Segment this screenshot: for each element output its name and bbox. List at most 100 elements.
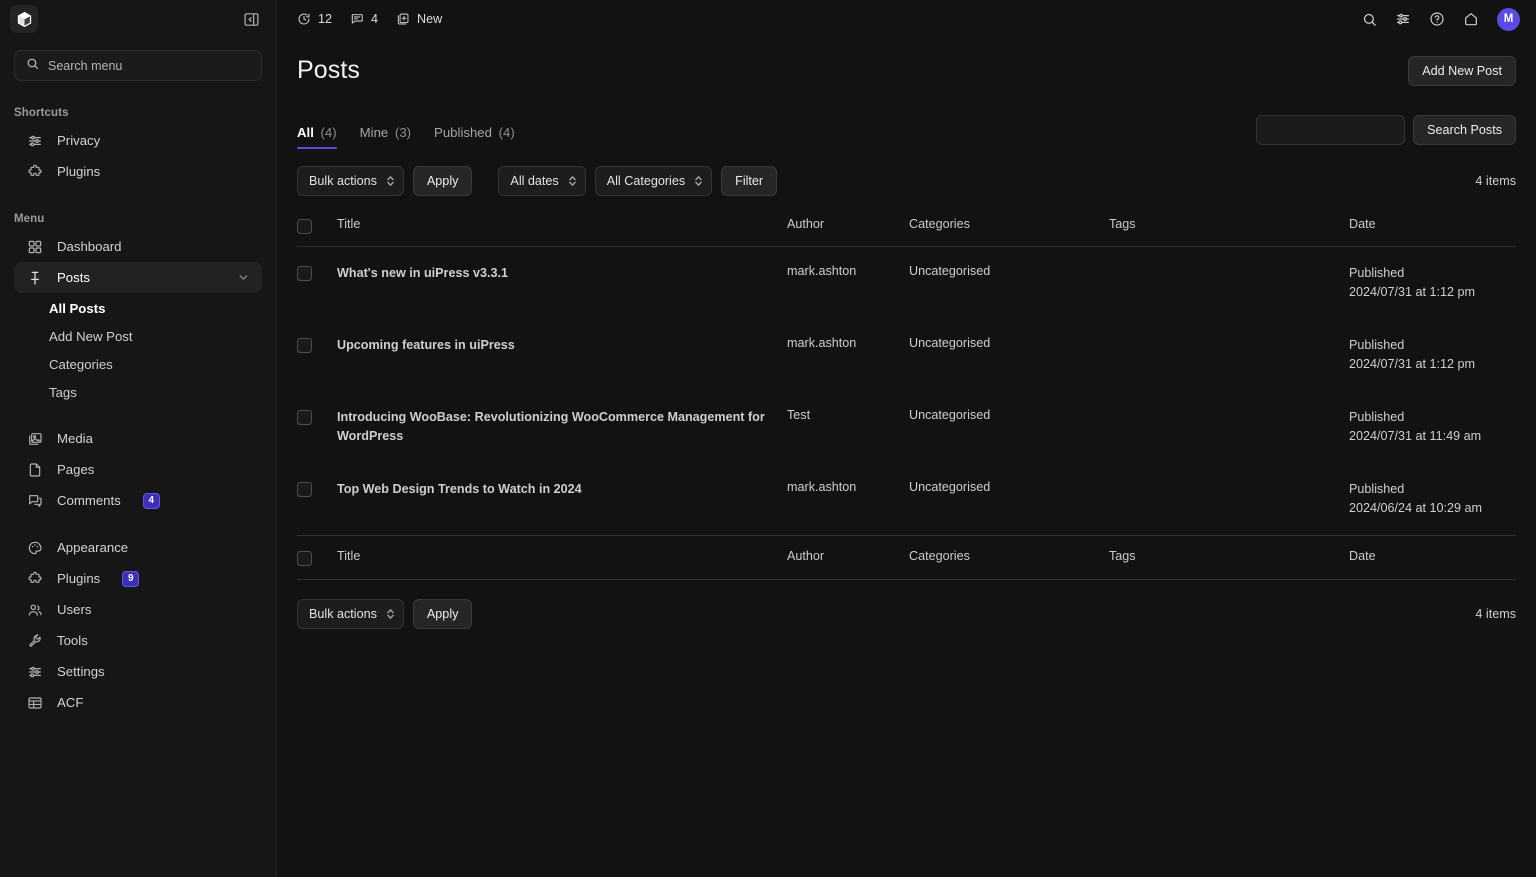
sidebar-search-wrap <box>0 38 276 81</box>
sidebar-item-appearance[interactable]: Appearance <box>14 532 262 563</box>
post-title-link[interactable]: Introducing WooBase: Revolutionizing Woo… <box>337 391 787 463</box>
comments-item[interactable]: 4 <box>350 12 378 26</box>
post-date-cell: Published 2024/06/24 at 10:29 am <box>1349 463 1516 536</box>
post-title-link[interactable]: Top Web Design Trends to Watch in 2024 <box>337 463 787 536</box>
row-checkbox[interactable] <box>297 338 312 353</box>
apply-button-bottom[interactable]: Apply <box>412 599 473 629</box>
table-row: Top Web Design Trends to Watch in 2024 m… <box>297 463 1516 536</box>
chevron-updown-icon <box>568 175 577 187</box>
tab-label: All <box>297 125 314 140</box>
admin-bar-left: 12 4 New <box>297 12 442 26</box>
new-item[interactable]: New <box>396 12 442 26</box>
help-circle-icon[interactable] <box>1429 11 1445 27</box>
sliders-icon[interactable] <box>1395 11 1411 27</box>
tab-published[interactable]: Published (4) <box>434 125 515 149</box>
post-date-cell: Published 2024/07/31 at 11:49 am <box>1349 391 1516 463</box>
column-footer-date[interactable]: Date <box>1349 535 1516 580</box>
sidebar-subitem-all-posts[interactable]: All Posts <box>0 295 276 323</box>
table-row: Upcoming features in uiPress mark.ashton… <box>297 319 1516 391</box>
chevron-down-icon[interactable] <box>237 271 250 284</box>
bulk-actions-label: Bulk actions <box>309 174 377 188</box>
tab-label: Published <box>434 125 492 140</box>
updates-item[interactable]: 12 <box>297 12 332 26</box>
add-new-post-button[interactable]: Add New Post <box>1408 56 1516 86</box>
row-checkbox[interactable] <box>297 410 312 425</box>
admin-app: Shortcuts Privacy Plugins Menu <box>0 0 1536 877</box>
column-header-categories[interactable]: Categories <box>909 210 1109 247</box>
menu-gap-2 <box>0 516 276 532</box>
column-footer-title[interactable]: Title <box>337 535 787 580</box>
post-date-cell: Published 2024/07/31 at 1:12 pm <box>1349 319 1516 391</box>
posts-table-foot: Title Author Categories Tags Date <box>297 535 1516 580</box>
search-posts-input[interactable] <box>1256 115 1406 145</box>
menu-section-label: Menu <box>14 213 45 225</box>
tab-mine[interactable]: Mine (3) <box>360 125 411 149</box>
column-footer-tags[interactable]: Tags <box>1109 535 1349 580</box>
tab-count: (3) <box>394 125 412 140</box>
post-categories[interactable]: Uncategorised <box>909 247 1109 320</box>
sidebar-item-label: Appearance <box>57 540 129 555</box>
uipress-cube-logo[interactable] <box>10 5 38 33</box>
column-footer-categories[interactable]: Categories <box>909 535 1109 580</box>
page-title: Posts <box>297 56 361 84</box>
post-categories[interactable]: Uncategorised <box>909 319 1109 391</box>
sidebar-subitem-tags[interactable]: Tags <box>0 379 276 407</box>
bulk-actions-label: Bulk actions <box>309 607 377 621</box>
post-author: Test <box>787 408 811 422</box>
column-header-title[interactable]: Title <box>337 210 787 247</box>
post-categories[interactable]: Uncategorised <box>909 391 1109 463</box>
search-input[interactable] <box>48 58 250 73</box>
sidebar-item-posts[interactable]: Posts <box>14 262 262 293</box>
comments-icon <box>26 492 43 509</box>
avatar[interactable]: M <box>1497 7 1520 31</box>
column-header-tags[interactable]: Tags <box>1109 210 1349 247</box>
sidebar-subitem-categories[interactable]: Categories <box>0 351 276 379</box>
bulk-actions-select[interactable]: Bulk actions <box>297 166 404 196</box>
post-author: mark.ashton <box>787 336 857 350</box>
sidebar-item-plugins-shortcut[interactable]: Plugins <box>14 156 262 187</box>
row-checkbox[interactable] <box>297 482 312 497</box>
filter-button[interactable]: Filter <box>721 166 778 196</box>
post-categories[interactable]: Uncategorised <box>909 463 1109 536</box>
column-header-date[interactable]: Date <box>1349 210 1516 247</box>
sidebar-item-comments[interactable]: Comments 4 <box>14 485 262 516</box>
apply-button-top[interactable]: Apply <box>412 166 473 196</box>
sidebar-search[interactable] <box>14 50 262 81</box>
panel-collapse-icon[interactable] <box>240 8 262 30</box>
sidebar-item-dashboard[interactable]: Dashboard <box>14 231 262 262</box>
post-date-status: Published <box>1349 266 1405 280</box>
select-all-checkbox[interactable] <box>297 219 312 234</box>
new-plus-icon <box>396 12 410 26</box>
search-posts-button[interactable]: Search Posts <box>1413 115 1516 145</box>
select-all-footer <box>297 535 337 580</box>
all-categories-select[interactable]: All Categories <box>594 166 713 196</box>
column-header-author[interactable]: Author <box>787 210 909 247</box>
sidebar-subitem-add-new-post[interactable]: Add New Post <box>0 323 276 351</box>
bulk-actions-select-bottom[interactable]: Bulk actions <box>297 599 404 629</box>
post-title-link[interactable]: Upcoming features in uiPress <box>337 319 787 391</box>
sidebar-item-media[interactable]: Media <box>14 423 262 454</box>
sidebar-item-users[interactable]: Users <box>14 594 262 625</box>
sidebar-item-plugins[interactable]: Plugins 9 <box>14 563 262 594</box>
post-author: mark.ashton <box>787 264 857 278</box>
post-title-link[interactable]: What's new in uiPress v3.3.1 <box>337 247 787 320</box>
row-checkbox[interactable] <box>297 266 312 281</box>
sidebar-item-settings[interactable]: Settings <box>14 656 262 687</box>
select-all-checkbox-footer[interactable] <box>297 551 312 566</box>
post-date-status: Published <box>1349 410 1405 424</box>
sidebar-item-privacy[interactable]: Privacy <box>14 125 262 156</box>
tab-all[interactable]: All (4) <box>297 125 337 149</box>
search-icon[interactable] <box>1362 12 1377 27</box>
sidebar-item-pages[interactable]: Pages <box>14 454 262 485</box>
sidebar-item-tools[interactable]: Tools <box>14 625 262 656</box>
users-icon <box>26 601 43 618</box>
post-author: mark.ashton <box>787 480 857 494</box>
sidebar-item-label: Posts <box>57 270 90 285</box>
sliders-icon <box>26 663 43 680</box>
sidebar-header <box>0 0 276 38</box>
home-icon[interactable] <box>1463 11 1479 27</box>
column-footer-author[interactable]: Author <box>787 535 909 580</box>
sidebar-item-acf[interactable]: ACF <box>14 687 262 718</box>
all-dates-select[interactable]: All dates <box>498 166 586 196</box>
tabs-row: All (4) Mine (3) Published (4) Search Po… <box>297 115 1516 149</box>
